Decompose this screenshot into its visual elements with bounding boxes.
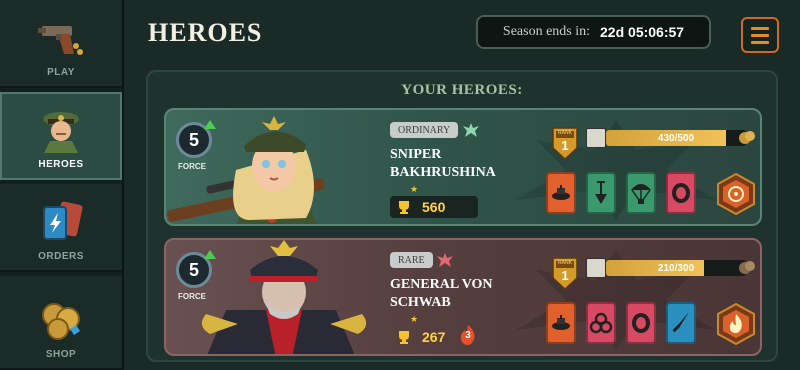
- coin-pile-icon: [739, 261, 755, 274]
- page-title: HEROES: [148, 18, 263, 47]
- special-crosshair-icon[interactable]: [716, 172, 756, 216]
- xp-avatar: [586, 128, 606, 148]
- skill-mine-icon[interactable]: [546, 302, 576, 344]
- coins-icon: [34, 297, 88, 343]
- xp-bar: 430/500: [606, 130, 746, 146]
- force-up-arrow-icon: [204, 120, 216, 129]
- hamburger-icon[interactable]: [741, 17, 779, 53]
- heroes-panel: YOUR HEROES: 5 FORCE ORDINARY SNIPER BAK…: [146, 70, 778, 362]
- hero-card-general[interactable]: 5 FORCE RARE GENERAL VON SCHWAB ★ 267 3 …: [164, 238, 762, 356]
- panel-heading: YOUR HEROES:: [401, 82, 523, 98]
- nav-orders[interactable]: ORDERS: [0, 184, 122, 272]
- season-timer: Season ends in: 22d 05:06:57: [476, 15, 711, 49]
- hero-card-sniper[interactable]: 5 FORCE ORDINARY SNIPER BAKHRUSHINA ★ 56…: [164, 108, 762, 226]
- heroes-screen: PLAY HEROES ORDERS SHOP HEROES Season en…: [0, 0, 800, 370]
- skill-parachute-icon[interactable]: [626, 172, 656, 214]
- star-icon: ★: [410, 184, 419, 194]
- rank-number: 1: [561, 268, 569, 283]
- rank-label: RANK: [558, 260, 572, 266]
- nav-play-label: PLAY: [47, 67, 75, 78]
- trophy-icon: [399, 331, 409, 344]
- xp-bar: 210/300: [606, 260, 746, 276]
- force-label: FORCE: [178, 292, 206, 301]
- season-countdown: 22d 05:06:57: [600, 24, 685, 40]
- trophy-icon: [399, 201, 409, 214]
- xp-avatar: [586, 258, 606, 278]
- force-up-arrow-icon: [204, 250, 216, 259]
- skill-knife-icon[interactable]: [666, 302, 696, 344]
- nav-shop-label: SHOP: [45, 349, 77, 360]
- skill-ration-icon[interactable]: [626, 302, 656, 344]
- rarity-badge: RARE: [390, 252, 433, 268]
- nav-orders-label: ORDERS: [38, 251, 84, 262]
- xp-text: 430/500: [657, 132, 695, 144]
- xp-text: 210/300: [657, 262, 695, 274]
- officer-icon: [34, 107, 88, 153]
- hero-name: GENERAL VON SCHWAB: [390, 277, 493, 310]
- rank-number: 1: [561, 138, 569, 153]
- force-label: FORCE: [178, 162, 206, 171]
- rank-label: RANK: [558, 130, 572, 136]
- cards-icon: [34, 199, 88, 245]
- nav-heroes[interactable]: HEROES: [0, 92, 122, 180]
- skill-ration-icon[interactable]: [666, 172, 696, 214]
- hero-power: 267: [390, 326, 454, 348]
- rarity-eagle-icon: [463, 123, 479, 137]
- skill-biohazard-icon[interactable]: [586, 302, 616, 344]
- rarity-eagle-icon: [437, 253, 453, 267]
- fire-count: 3: [465, 330, 471, 341]
- sidebar-nav: PLAY HEROES ORDERS SHOP: [0, 0, 124, 370]
- hero-name: SNIPER BAKHRUSHINA: [390, 147, 496, 180]
- nav-shop[interactable]: SHOP: [0, 276, 122, 370]
- special-flame-icon[interactable]: [716, 302, 756, 346]
- skill-shovel-icon[interactable]: [586, 172, 616, 214]
- pistol-icon: [34, 15, 88, 61]
- coin-pile-icon: [739, 131, 755, 144]
- nav-heroes-label: HEROES: [38, 159, 84, 170]
- season-label: Season ends in:: [502, 24, 591, 39]
- skill-mine-icon[interactable]: [546, 172, 576, 214]
- star-icon: ★: [410, 314, 419, 324]
- nav-play[interactable]: PLAY: [0, 0, 122, 88]
- rarity-badge: ORDINARY: [390, 122, 459, 138]
- hero-power: 560: [390, 196, 478, 218]
